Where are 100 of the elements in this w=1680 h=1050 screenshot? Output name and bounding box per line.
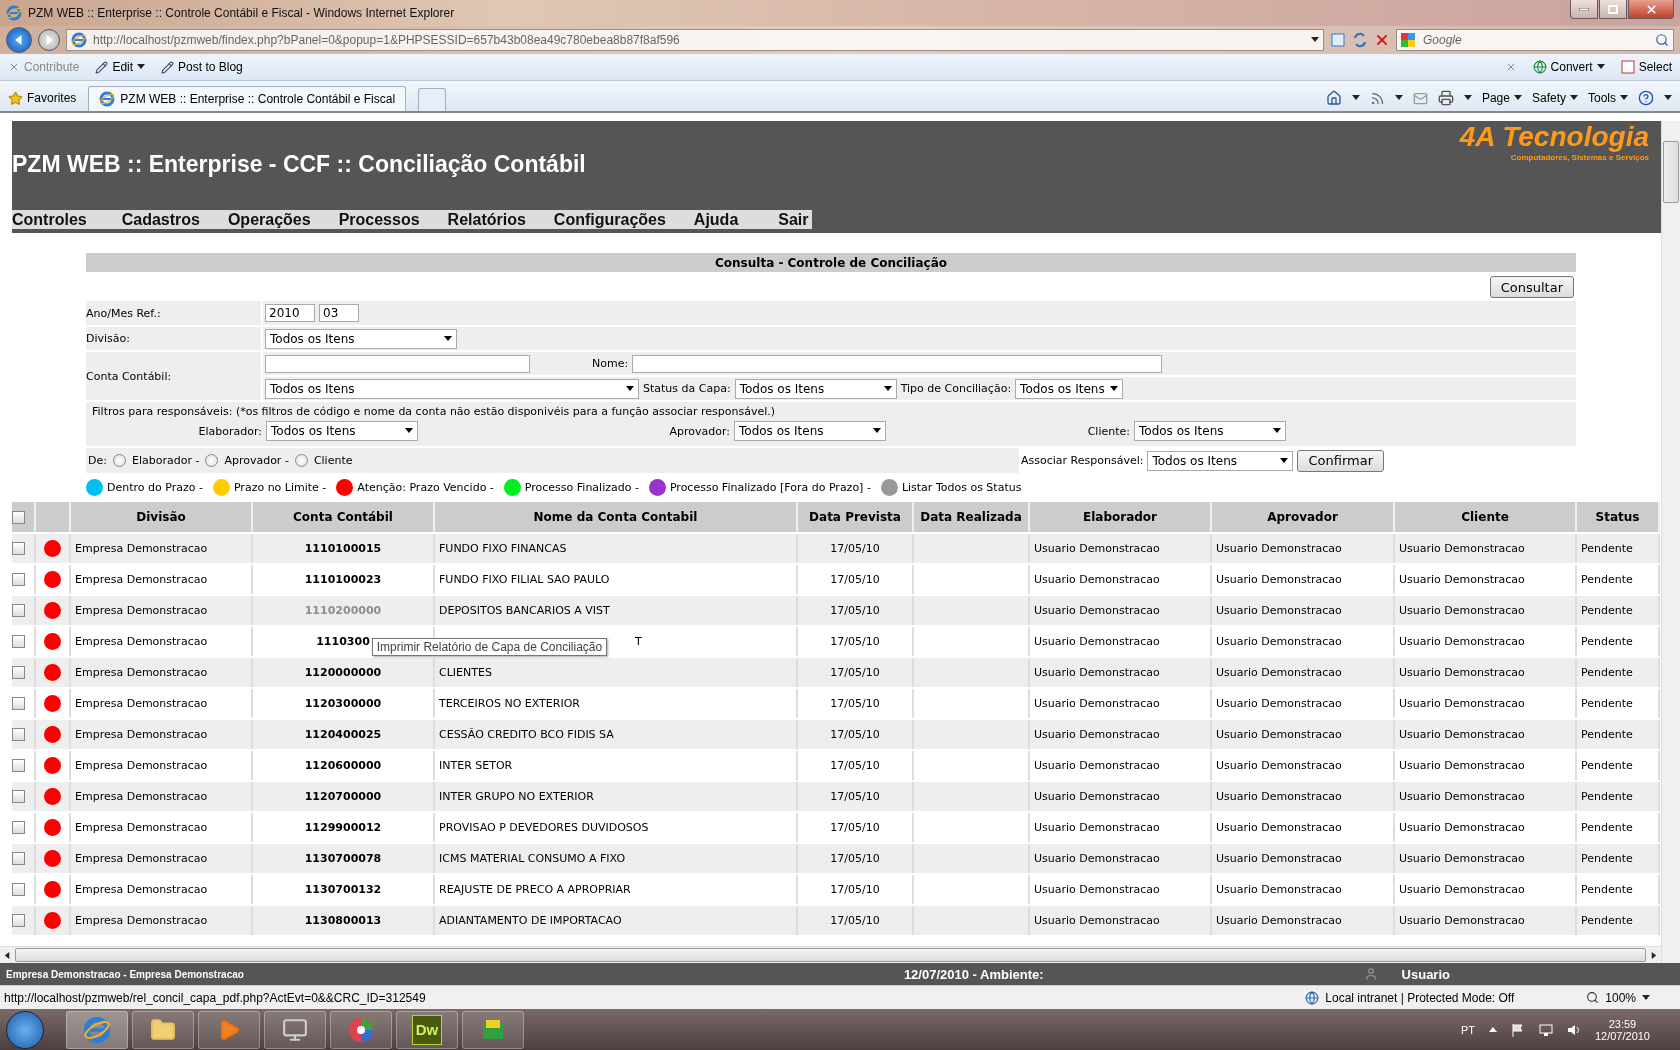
account-link[interactable]: 1120400025: [304, 728, 382, 741]
language-indicator[interactable]: PT: [1460, 1023, 1475, 1036]
home-icon[interactable]: [1325, 90, 1342, 106]
select-field[interactable]: Todos os Itens: [734, 421, 886, 441]
stop-icon[interactable]: [1374, 32, 1390, 48]
legend-label[interactable]: Dentro do Prazo -: [107, 480, 203, 494]
status-dot[interactable]: [212, 478, 230, 496]
taskbar-button[interactable]: [132, 1010, 194, 1049]
menu-item[interactable]: Processos: [338, 210, 420, 229]
browser-tab[interactable]: PZM WEB :: Enterprise :: Controle Contábil e Fiscal: [88, 86, 407, 111]
status-dot[interactable]: [336, 478, 354, 496]
search-icon[interactable]: [1655, 33, 1669, 47]
menu-item[interactable]: Relatórios: [447, 210, 526, 229]
menu-item[interactable]: Cadastros: [121, 210, 200, 229]
account-link[interactable]: 1130800013: [304, 914, 382, 927]
mail-icon[interactable]: [1412, 90, 1428, 106]
select-field[interactable]: Todos os Itens: [265, 378, 639, 399]
account-link[interactable]: 1130700078: [304, 852, 382, 865]
taskbar-button[interactable]: [264, 1010, 326, 1049]
zoom-icon[interactable]: [1586, 991, 1600, 1004]
row-checkbox[interactable]: [12, 697, 25, 710]
toolbar-button[interactable]: Post to Blog: [161, 60, 243, 74]
select-field[interactable]: Todos os Itens: [1015, 378, 1124, 399]
menu-button[interactable]: Page: [1481, 91, 1522, 105]
row-checkbox[interactable]: [12, 852, 25, 865]
account-link[interactable]: 1120700000: [304, 790, 382, 803]
status-dot[interactable]: [86, 478, 103, 496]
status-dot[interactable]: [503, 478, 521, 496]
close-button[interactable]: [1628, 0, 1674, 19]
legend-label[interactable]: Prazo no Limite -: [233, 480, 327, 494]
select-field[interactable]: Todos os Itens: [266, 421, 418, 441]
menu-button[interactable]: Tools: [1588, 91, 1628, 105]
network-icon[interactable]: [1538, 1022, 1553, 1037]
taskbar-button[interactable]: [330, 1010, 392, 1049]
row-checkbox[interactable]: [12, 635, 25, 648]
row-checkbox[interactable]: [12, 759, 25, 772]
taskbar-button[interactable]: Dw: [396, 1010, 458, 1049]
radio-button[interactable]: [205, 454, 219, 467]
row-checkbox[interactable]: [12, 542, 25, 555]
select-field[interactable]: Todos os Itens: [1147, 450, 1294, 471]
account-link[interactable]: 1110100015: [304, 542, 382, 555]
legend-label[interactable]: Listar Todos os Status: [901, 480, 1022, 494]
legend-label[interactable]: Processo Finalizado [Fora do Prazo] -: [669, 480, 871, 494]
row-checkbox[interactable]: [12, 883, 25, 896]
print-icon[interactable]: [1437, 90, 1454, 106]
row-checkbox[interactable]: [12, 790, 25, 803]
confirm-button[interactable]: Confirmar: [1297, 449, 1384, 472]
toolbar-button[interactable]: Edit: [95, 60, 146, 74]
status-dot[interactable]: [648, 478, 666, 496]
legend-label[interactable]: Atenção: Prazo Vencido -: [357, 480, 494, 494]
menu-item[interactable]: Controles: [12, 210, 87, 229]
new-tab-button[interactable]: [418, 88, 447, 111]
help-icon[interactable]: [1638, 90, 1654, 106]
address-field[interactable]: http://localhost/pzmweb/findex.php?bPanel=0&popup=1&PHPSESSID=657b43b08ea49c780ebea8b87f8af596: [66, 29, 1324, 51]
forward-button[interactable]: [38, 29, 60, 51]
row-checkbox[interactable]: [12, 604, 25, 617]
account-link[interactable]: 1130700132: [304, 883, 382, 896]
feed-icon[interactable]: [1369, 90, 1385, 106]
row-checkbox[interactable]: [12, 821, 25, 834]
account-link[interactable]: 1120300000: [304, 697, 382, 710]
account-link[interactable]: 1120600000: [304, 759, 382, 772]
toolbar-button[interactable]: Select: [1620, 60, 1672, 74]
taskbar-button[interactable]: [462, 1010, 524, 1049]
year-field[interactable]: 2010: [265, 304, 315, 322]
minimize-button[interactable]: [1570, 0, 1598, 19]
row-checkbox[interactable]: [12, 573, 25, 586]
search-box[interactable]: Google: [1396, 29, 1674, 51]
radio-button[interactable]: [294, 454, 308, 467]
row-checkbox[interactable]: [12, 914, 25, 927]
legend-label[interactable]: Processo Finalizado -: [524, 480, 639, 494]
consult-button[interactable]: Consultar: [1489, 276, 1574, 298]
refresh-icon[interactable]: [1352, 32, 1368, 48]
month-field[interactable]: 03: [319, 304, 359, 322]
select-all-checkbox[interactable]: [12, 510, 25, 524]
account-link[interactable]: 1120000000: [304, 666, 382, 679]
toolbar-button[interactable]: Convert: [1532, 60, 1605, 74]
select-field[interactable]: Todos os Itens: [734, 378, 897, 399]
select-field[interactable]: Todos os Itens: [1134, 421, 1286, 441]
select-field[interactable]: Todos os Itens: [265, 328, 457, 349]
row-checkbox[interactable]: [12, 666, 25, 679]
flag-icon[interactable]: [1510, 1022, 1525, 1037]
search-field[interactable]: Google: [1421, 32, 1649, 48]
zoom-level[interactable]: 100%: [1605, 990, 1636, 1005]
compatibility-icon[interactable]: [1330, 32, 1346, 48]
start-button[interactable]: [6, 1010, 44, 1049]
favorites-button[interactable]: Favorites: [8, 85, 77, 111]
speaker-icon[interactable]: [1566, 1022, 1581, 1037]
radio-button[interactable]: [112, 454, 126, 467]
account-link[interactable]: 1110100023: [304, 573, 382, 586]
status-dot[interactable]: [880, 478, 898, 496]
menu-item[interactable]: Operações: [227, 210, 311, 229]
restore-button[interactable]: [1599, 0, 1627, 19]
taskbar-button[interactable]: [198, 1010, 260, 1049]
back-button[interactable]: [6, 27, 32, 53]
taskbar-button[interactable]: [66, 1010, 128, 1049]
menu-item[interactable]: Ajuda: [693, 210, 739, 229]
account-link[interactable]: 1129900012: [304, 821, 382, 834]
menu-item[interactable]: Sair: [778, 210, 809, 229]
menu-button[interactable]: Safety: [1531, 91, 1578, 105]
row-checkbox[interactable]: [12, 728, 25, 741]
